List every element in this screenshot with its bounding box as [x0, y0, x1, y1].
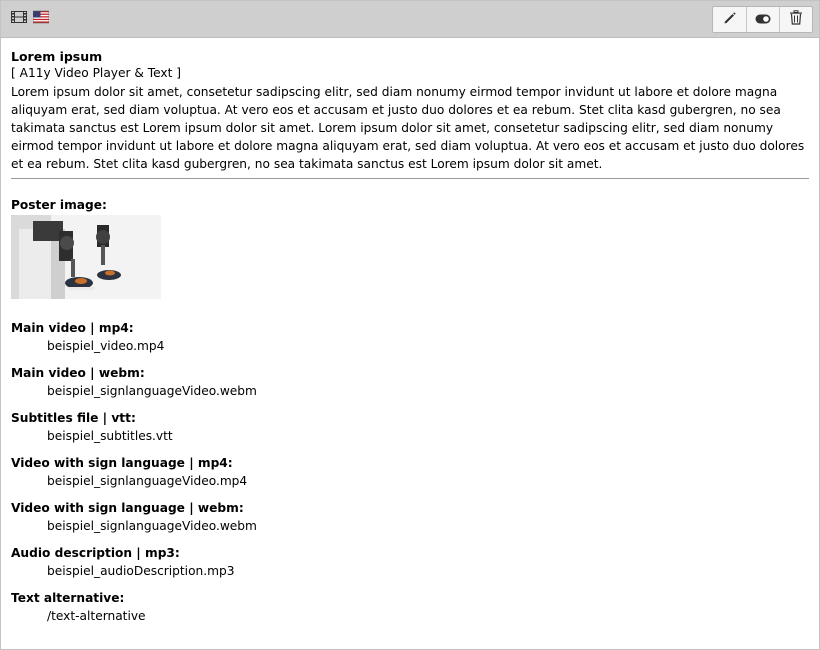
pencil-icon: [723, 10, 737, 29]
field-value: beispiel_signlanguageVideo.webm: [47, 384, 257, 398]
toggle-icon: [755, 10, 771, 29]
field-sign-language-mp4: Video with sign language | mp4: beispiel…: [11, 454, 809, 490]
edit-button[interactable]: [713, 7, 746, 32]
field-main-video-webm: Main video | webm: beispiel_signlanguage…: [11, 364, 809, 400]
field-label: Video with sign language | webm:: [11, 501, 244, 515]
field-sign-language-webm: Video with sign language | webm: beispie…: [11, 499, 809, 535]
field-label: Main video | webm:: [11, 366, 145, 380]
field-value: beispiel_signlanguageVideo.mp4: [47, 474, 248, 488]
content-element-panel: Lorem ipsum [ A11y Video Player & Text ]…: [0, 0, 820, 650]
trash-icon: [789, 10, 803, 29]
field-label: Video with sign language | mp4:: [11, 456, 233, 470]
field-value: beispiel_video.mp4: [47, 339, 165, 353]
divider: [11, 178, 809, 179]
panel-header: [1, 1, 819, 38]
field-label: Text alternative:: [11, 591, 125, 605]
panel-actions: [712, 6, 813, 33]
toggle-visibility-button[interactable]: [746, 7, 779, 32]
poster-image-thumbnail: [11, 215, 161, 299]
field-value: beispiel_subtitles.vtt: [47, 429, 173, 443]
field-text-alternative: Text alternative: /text-alternative: [11, 589, 809, 625]
field-value: beispiel_audioDescription.mp3: [47, 564, 235, 578]
poster-image-label: Poster image:: [11, 198, 107, 212]
element-title: Lorem ipsum: [11, 49, 103, 64]
field-subtitles-vtt: Subtitles file | vtt: beispiel_subtitles…: [11, 409, 809, 445]
panel-content: Lorem ipsum [ A11y Video Player & Text ]…: [1, 38, 819, 625]
us-flag-icon: [33, 10, 49, 24]
element-type-label: [ A11y Video Player & Text ]: [11, 66, 182, 80]
body-text: Lorem ipsum dolor sit amet, consetetur s…: [11, 85, 805, 171]
field-audio-description-mp3: Audio description | mp3: beispiel_audioD…: [11, 544, 809, 580]
field-label: Subtitles file | vtt:: [11, 411, 136, 425]
field-value: /text-alternative: [47, 609, 146, 623]
field-label: Main video | mp4:: [11, 321, 134, 335]
field-label: Audio description | mp3:: [11, 546, 180, 560]
field-value: beispiel_signlanguageVideo.webm: [47, 519, 257, 533]
field-main-video-mp4: Main video | mp4: beispiel_video.mp4: [11, 319, 809, 355]
delete-button[interactable]: [779, 7, 812, 32]
film-icon: [11, 10, 27, 24]
